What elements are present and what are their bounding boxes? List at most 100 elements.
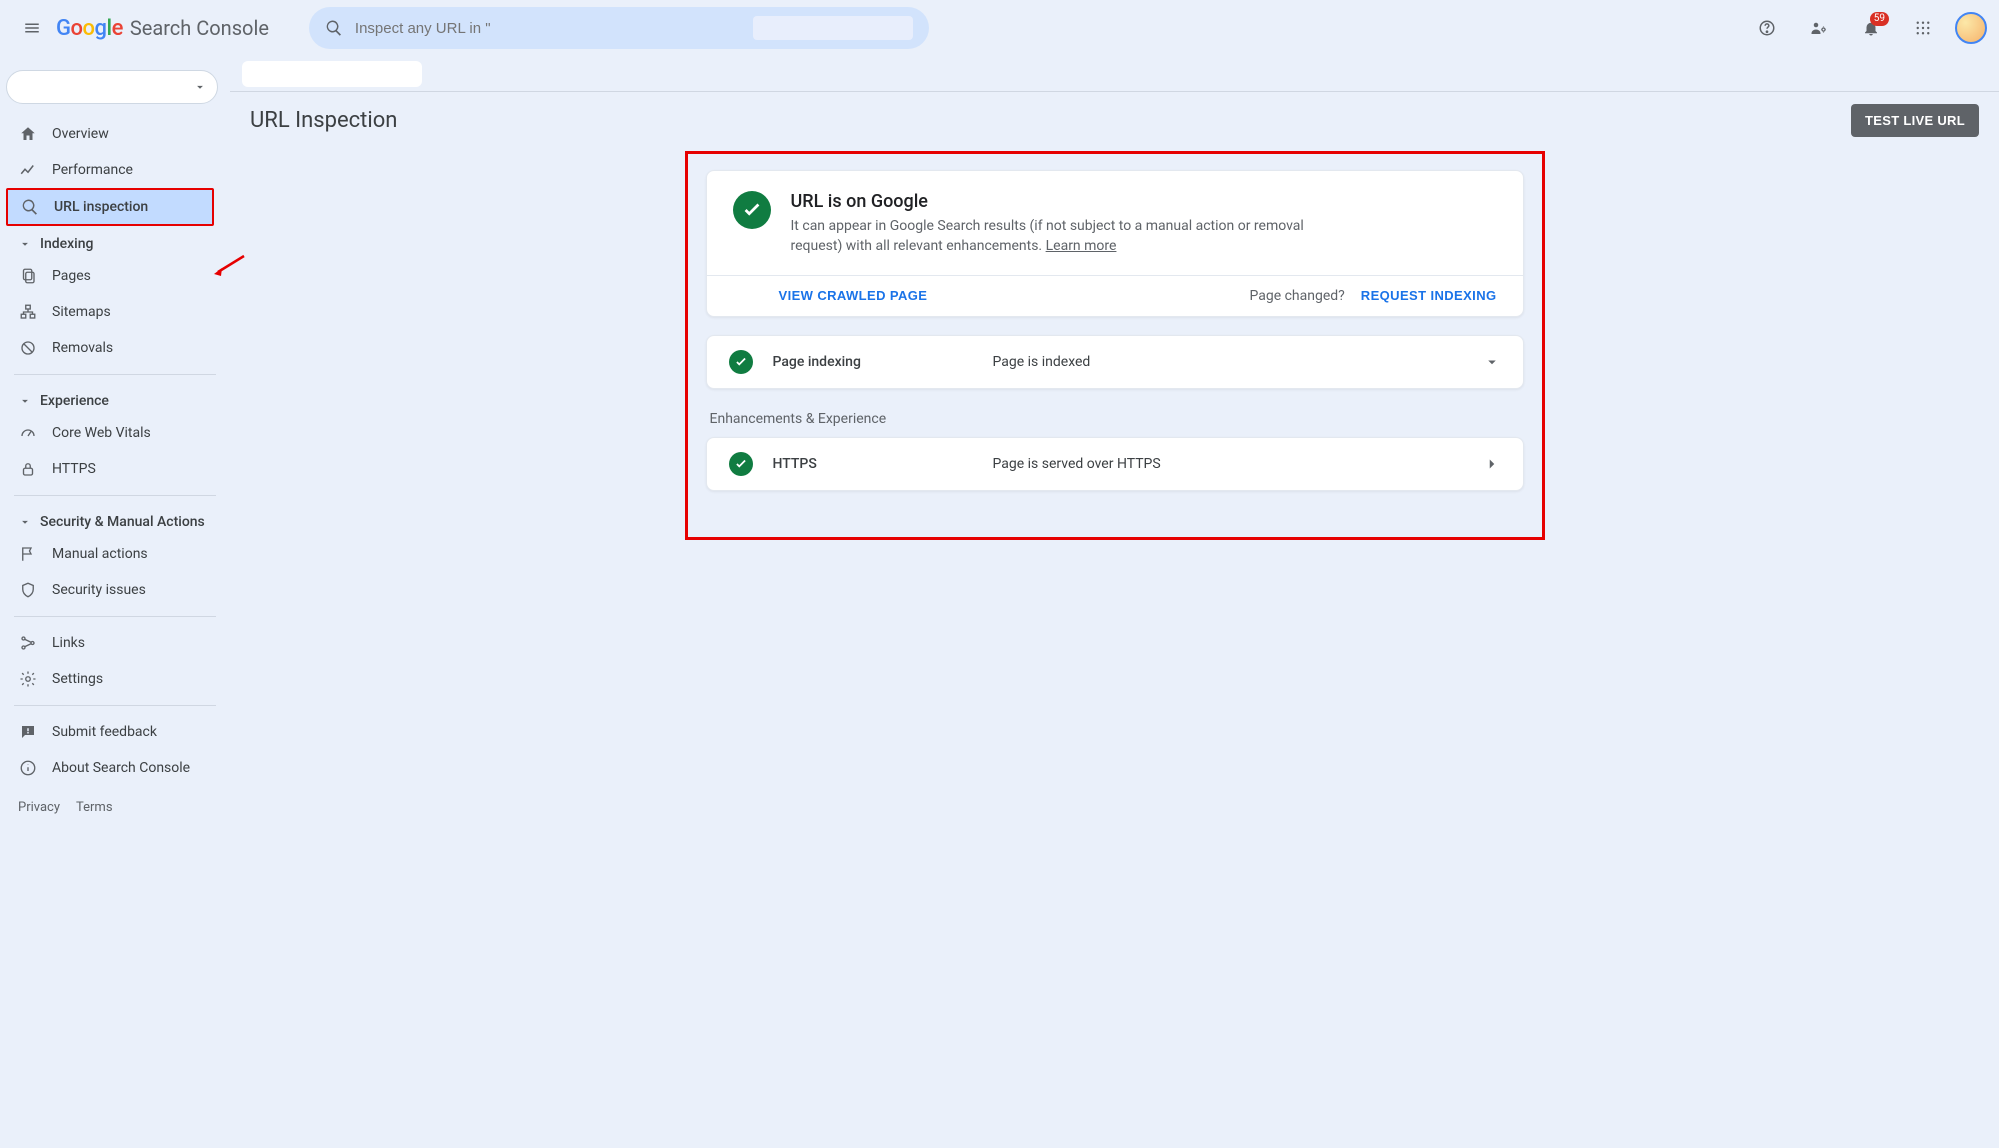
sidebar-item-label: Overview [52,126,109,142]
divider [14,374,216,375]
sidebar-item-about[interactable]: About Search Console [0,750,218,786]
sidebar-item-core-web-vitals[interactable]: Core Web Vitals [0,415,218,451]
inspect-url-searchbar[interactable] [309,7,929,49]
sidebar-item-label: Sitemaps [52,304,111,320]
check-icon [734,355,748,369]
sidebar-item-label: HTTPS [52,461,96,477]
sidebar-item-pages[interactable]: Pages [0,258,218,294]
sidebar-item-https[interactable]: HTTPS [0,451,218,487]
divider [14,705,216,706]
inspect-url-input[interactable] [355,20,749,37]
google-logo: Google [56,16,123,41]
annotation-highlight-box: URL is on Google It can appear in Google… [685,151,1545,540]
page-changed-label: Page changed? [1249,288,1344,304]
https-row[interactable]: HTTPS Page is served over HTTPS [706,437,1524,491]
apps-button[interactable] [1903,8,1943,48]
sidebar-section-label: Security & Manual Actions [40,514,205,530]
notifications-button[interactable]: 59 [1851,8,1891,48]
divider [14,616,216,617]
help-icon [1758,19,1776,37]
sidebar-section-security[interactable]: Security & Manual Actions [0,504,230,536]
status-title: URL is on Google [791,191,1311,212]
sidebar-item-manual-actions[interactable]: Manual actions [0,536,218,572]
lock-icon [19,460,37,478]
sidebar-item-label: Settings [52,671,103,687]
home-icon [19,125,37,143]
feedback-icon [19,723,37,741]
sidebar-section-label: Experience [40,393,109,409]
pages-icon [19,267,37,285]
sidebar-item-links[interactable]: Links [0,625,218,661]
chevron-down-icon [18,237,32,251]
menu-button[interactable] [12,8,52,48]
row-label: HTTPS [773,456,973,472]
logo-group[interactable]: Google Search Console [56,16,269,41]
sidebar-item-feedback[interactable]: Submit feedback [0,714,218,750]
inspected-url-chip[interactable] [242,61,422,87]
chevron-down-icon [18,515,32,529]
check-icon [741,199,763,221]
sidebar-section-indexing[interactable]: Indexing [0,226,230,258]
notification-badge: 59 [1870,12,1889,26]
shield-icon [19,581,37,599]
app-name: Search Console [130,16,269,40]
gear-icon [19,670,37,688]
help-button[interactable] [1747,8,1787,48]
view-crawled-page-button[interactable]: VIEW CRAWLED PAGE [779,288,928,303]
hamburger-icon [23,19,41,37]
sidebar-item-label: Links [52,635,85,651]
sidebar-item-url-inspection[interactable]: URL inspection [6,188,214,226]
sidebar-item-label: URL inspection [54,199,148,215]
sidebar: Overview Performance URL inspection Inde… [0,56,230,1148]
sidebar-section-experience[interactable]: Experience [0,383,230,415]
sidebar-item-settings[interactable]: Settings [0,661,218,697]
chevron-down-icon [1483,353,1501,371]
enhancements-section-label: Enhancements & Experience [706,407,1524,437]
apps-grid-icon [1914,19,1932,37]
sitemap-icon [19,303,37,321]
gauge-icon [19,424,37,442]
sidebar-item-label: Removals [52,340,113,356]
chevron-down-icon [18,394,32,408]
sidebar-item-sitemaps[interactable]: Sitemaps [0,294,218,330]
request-indexing-button[interactable]: REQUEST INDEXING [1361,288,1497,303]
sidebar-section-label: Indexing [40,236,93,252]
sidebar-item-label: Core Web Vitals [52,425,151,441]
search-icon [325,19,343,37]
sidebar-item-security-issues[interactable]: Security issues [0,572,218,608]
chevron-right-icon [1483,455,1501,473]
privacy-link[interactable]: Privacy [18,800,60,815]
status-success-badge [729,452,753,476]
terms-link[interactable]: Terms [76,800,113,815]
sidebar-item-label: About Search Console [52,760,190,776]
info-icon [19,759,37,777]
sidebar-footer-links: Privacy Terms [0,786,230,829]
learn-more-link[interactable]: Learn more [1046,238,1117,254]
redacted-property-text [753,16,913,40]
sidebar-item-label: Pages [52,268,91,284]
property-selector[interactable] [6,70,218,104]
row-value: Page is indexed [993,354,1463,370]
row-label: Page indexing [773,354,973,370]
sidebar-item-label: Performance [52,162,133,178]
account-manage-button[interactable] [1799,8,1839,48]
sidebar-item-overview[interactable]: Overview [0,116,218,152]
people-gear-icon [1810,19,1828,37]
sidebar-item-label: Security issues [52,582,146,598]
flag-icon [19,545,37,563]
top-bar: Google Search Console 59 [0,0,1999,56]
search-icon [21,198,39,216]
sidebar-item-removals[interactable]: Removals [0,330,218,366]
removals-icon [19,339,37,357]
inspected-url-bar [230,56,1999,92]
page-title: URL Inspection [250,108,397,133]
test-live-url-button[interactable]: TEST LIVE URL [1851,104,1979,137]
row-value: Page is served over HTTPS [993,456,1463,472]
account-avatar[interactable] [1955,12,1987,44]
sidebar-item-performance[interactable]: Performance [0,152,218,188]
status-description: It can appear in Google Search results (… [791,216,1311,257]
status-card: URL is on Google It can appear in Google… [706,170,1524,317]
page-indexing-row[interactable]: Page indexing Page is indexed [706,335,1524,389]
chevron-down-icon [193,80,207,94]
status-success-badge [729,350,753,374]
